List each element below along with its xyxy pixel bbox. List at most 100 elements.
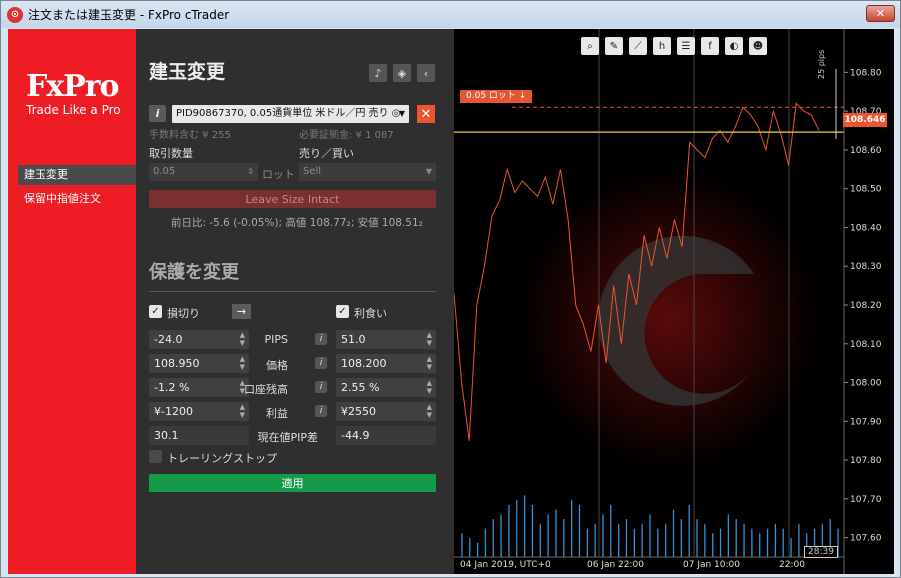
lot-unit: ロット (262, 168, 295, 181)
chevron-down-icon: ▼ (398, 109, 405, 118)
required-margin-text: 必要証拠金: ¥ 1 087 (299, 130, 394, 141)
y-tick-label: 108.10 (850, 340, 882, 350)
y-tick-label: 108.00 (850, 379, 882, 389)
y-tick-label: 108.40 (850, 223, 882, 233)
time-cursor-label: 28:39 (804, 546, 838, 558)
y-tick-label: 107.70 (850, 495, 882, 505)
x-tick-label: 22:00 (779, 560, 805, 570)
x-axis: 04 Jan 2019, UTC+0 06 Jan 22:00 07 Jan 10:… (460, 560, 805, 570)
sidebar-item-modify-position[interactable]: 建玉変更 (18, 165, 136, 185)
sl-profit-value: ¥-1200 (154, 405, 193, 418)
modify-panel: 建玉変更 ♪ ◈ ‹ i PID90867370, 0.05通貨単位 米ドル／円… (136, 29, 446, 574)
x-tick-label: 06 Jan 22:00 (587, 560, 644, 570)
quantity-stepper[interactable]: 0.05 ⇕ (149, 163, 258, 181)
stepper-icon[interactable]: ▲ ▼ (427, 403, 432, 419)
facebook-icon[interactable]: f (701, 37, 719, 55)
tp-pip-diff: -44.9 (336, 426, 436, 445)
info-icon[interactable]: i (315, 381, 327, 393)
y-tick-label: 107.90 (850, 417, 882, 427)
stepper-icon[interactable]: ▲ ▼ (427, 355, 432, 371)
close-button[interactable]: ✕ (866, 5, 895, 22)
app-window: ⊙ 注文または建玉変更 - FxPro cTrader ✕ FxPro Trad… (0, 0, 901, 578)
title-bar: ⊙ 注文または建玉変更 - FxPro cTrader ✕ (1, 1, 900, 28)
y-axis: 108.80108.70108.60108.50108.40108.30108.… (843, 29, 882, 574)
apply-button[interactable]: 適用 (149, 474, 436, 492)
volume-series (461, 495, 839, 557)
side-select[interactable]: Sell ▼ (299, 163, 436, 181)
app-logo-icon: ⊙ (7, 6, 23, 23)
sl-price-value: 108.950 (154, 357, 200, 370)
window-title: 注文または建玉変更 - FxPro cTrader (28, 8, 230, 22)
timeframe-icon[interactable]: h (653, 37, 671, 55)
info-icon[interactable]: i (315, 333, 327, 345)
trailing-stop-label: トレーリングストップ (167, 452, 277, 465)
trailing-stop-checkbox[interactable] (149, 450, 162, 463)
tp-balance-value: 2.55 % (341, 381, 380, 394)
take-profit-label: 利食い (354, 307, 387, 320)
side-label: 売り／買い (299, 147, 354, 160)
sidebar: FxPro Trade Like a Pro 建玉変更 保留中指値注文 (8, 29, 136, 574)
stepper-icon[interactable]: ▲ ▼ (427, 331, 432, 347)
y-tick-label: 108.30 (850, 262, 882, 272)
sidebar-item-pending-orders[interactable]: 保留中指値注文 (18, 189, 136, 209)
y-tick-label: 108.60 (850, 146, 882, 156)
brand-logo: FxPro (26, 69, 120, 104)
x-tick-label: 07 Jan 10:00 (683, 560, 740, 570)
arrow-right-icon[interactable]: → (232, 304, 251, 319)
stop-loss-label: 損切り (167, 307, 200, 320)
protection-title: 保護を変更 (149, 262, 239, 283)
pip-diff-label: 現在値PIP差 (257, 431, 318, 444)
position-select-value: PID90867370, 0.05通貨単位 米ドル／円 売り ◎ (176, 108, 401, 119)
quantity-label: 取引数量 (149, 147, 193, 160)
info-icon[interactable]: i (149, 105, 166, 122)
y-tick-label: 107.60 (850, 534, 882, 544)
stop-loss-checkbox[interactable]: ✓ (149, 305, 162, 318)
sl-pips-value: -24.0 (154, 333, 183, 346)
bell-icon[interactable]: ♪ (369, 64, 387, 82)
x-tick-label: 04 Jan 2019, UTC+0 (460, 560, 551, 570)
take-profit-checkbox[interactable]: ✓ (336, 305, 349, 318)
sl-balance-value: -1.2 % (154, 381, 190, 394)
tp-price-input[interactable]: 108.200 ▲ ▼ (336, 354, 436, 373)
stepper-icon: ⇕ (247, 167, 254, 176)
price-chart[interactable]: 108.80108.70108.60108.50108.40108.30108.… (453, 29, 894, 574)
commission-text: 手数料含む ¥ 255 (149, 130, 231, 141)
y-tick-label: 108.20 (850, 301, 882, 311)
list-icon[interactable]: ☰ (677, 37, 695, 55)
side-value: Sell (303, 166, 322, 177)
tp-price-value: 108.200 (341, 357, 387, 370)
sentiment-icon[interactable]: ◐ (725, 37, 743, 55)
main-frame: FxPro Trade Like a Pro 建玉変更 保留中指値注文 建玉変更… (8, 29, 894, 574)
current-price-tag: 108.646 (843, 113, 887, 127)
tp-pips-value: 51.0 (341, 333, 366, 346)
tp-profit-value: ¥2550 (341, 405, 376, 418)
watermark-glow (519, 169, 819, 469)
indicator-icon[interactable]: ⟋ (629, 37, 647, 55)
chevron-left-icon[interactable]: ‹ (417, 64, 435, 82)
draw-icon[interactable]: ✎ (605, 37, 623, 55)
y-tick-label: 108.80 (850, 68, 882, 78)
profit-label: 利益 (266, 407, 288, 420)
order-tag[interactable]: 0.05 ロット ↓ (460, 90, 533, 103)
page-title: 建玉変更 (149, 61, 226, 83)
stepper-icon[interactable]: ▲ ▼ (427, 379, 432, 395)
position-select[interactable]: PID90867370, 0.05通貨単位 米ドル／円 売り ◎ ▼ (172, 105, 409, 123)
balance-label: 口座残高 (244, 383, 288, 396)
shield-icon[interactable]: ◈ (393, 64, 411, 82)
pips-distance-label: 25 pips (817, 49, 826, 79)
tp-profit-input[interactable]: ¥2550 ▲ ▼ (336, 402, 436, 421)
divider (149, 291, 436, 292)
info-icon[interactable]: i (315, 405, 327, 417)
chart-svg: 108.80108.70108.60108.50108.40108.30108.… (453, 29, 882, 574)
y-tick-label: 108.50 (850, 185, 882, 195)
tp-balance-input[interactable]: 2.55 % ▲ ▼ (336, 378, 436, 397)
y-tick-label: 107.80 (850, 456, 882, 466)
price-label: 価格 (266, 359, 288, 372)
person-icon[interactable]: ☻ (749, 37, 767, 55)
pips-label: PIPS (264, 333, 289, 346)
tp-pips-input[interactable]: 51.0 ▲ ▼ (336, 330, 436, 349)
leave-size-intact-button[interactable]: Leave Size Intact (149, 190, 436, 208)
zoom-icon[interactable]: ⌕ (581, 37, 599, 55)
info-icon[interactable]: i (315, 357, 327, 369)
close-position-button[interactable]: ✕ (417, 105, 435, 123)
